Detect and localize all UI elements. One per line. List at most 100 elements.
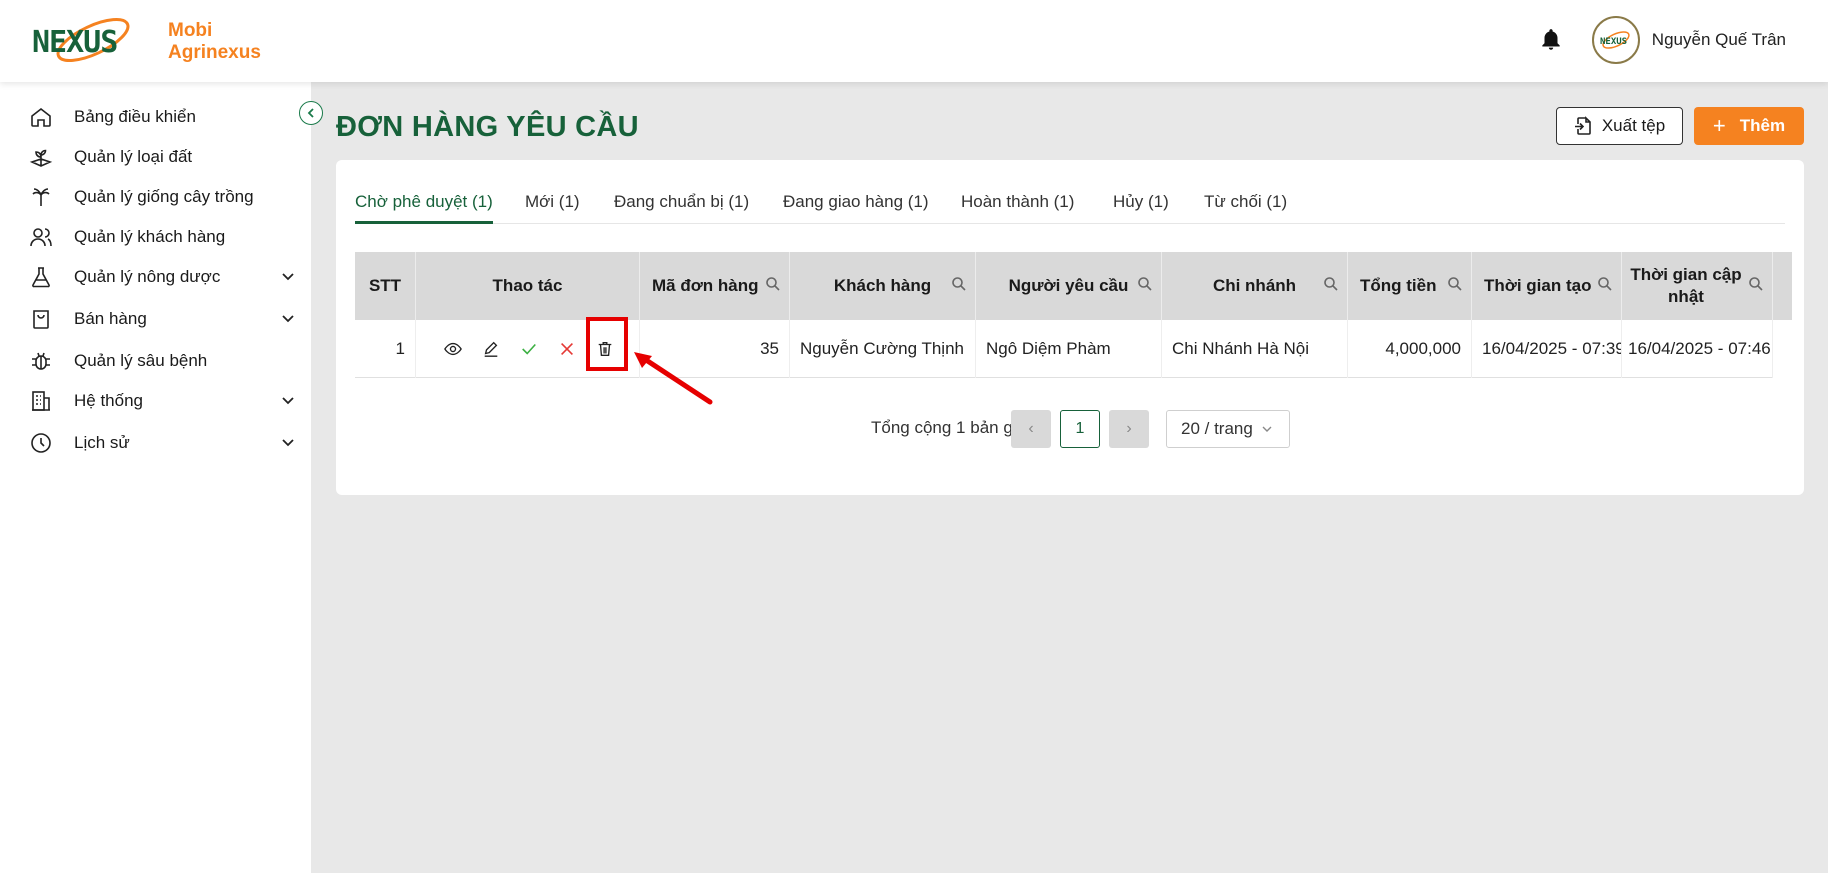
plus-icon: + — [1712, 113, 1726, 138]
tab-pending-approval[interactable]: Chờ phê duyệt (1) — [355, 186, 493, 224]
tab-new[interactable]: Mới (1) — [525, 186, 580, 224]
sidebar-item-sales[interactable]: Bán hàng — [28, 304, 296, 334]
main-content: ĐƠN HÀNG YÊU CẦU Xuất tệp + Thêm Chờ phê… — [311, 82, 1828, 873]
column-label: STT — [368, 276, 402, 295]
page-number-button[interactable]: 1 — [1060, 410, 1100, 448]
column-label: Thời gian cập nhật — [1630, 265, 1742, 306]
user-name[interactable]: Nguyễn Quế Trân — [1652, 30, 1786, 50]
file-export-icon — [1574, 116, 1591, 135]
column-label: Thao tác — [492, 276, 563, 295]
export-button-label: Xuất tệp — [1601, 116, 1666, 135]
chevron-down-icon — [1262, 426, 1272, 432]
column-header-actions: Thao tác — [416, 252, 640, 320]
cell-stt: 1 — [355, 320, 416, 378]
cell-customer: Nguyễn Cường Thịnh — [790, 320, 976, 378]
sidebar-item-pests[interactable]: Quản lý sâu bệnh — [28, 346, 296, 376]
cell-branch: Chi Nhánh Hà Nội — [1162, 320, 1348, 378]
cell-requester: Ngô Diệm Phàm — [976, 320, 1162, 378]
chevron-down-icon — [282, 273, 294, 281]
sidebar-item-label: Quản lý giống cây trồng — [74, 187, 254, 206]
brand-name: Mobi Agrinexus — [168, 20, 261, 64]
orders-table: STT Thao tác Mã đơn hàng Khách hàng Ngườ… — [355, 252, 1792, 378]
sidebar-item-history[interactable]: Lịch sử — [28, 428, 296, 458]
sidebar-item-label: Bảng điều khiển — [74, 107, 196, 126]
svg-text:NEXUS: NEXUS — [32, 25, 117, 60]
clock-icon — [28, 430, 54, 456]
pagination: Tổng cộng 1 bản ghi ‹ 1 › 20 / trang — [336, 410, 1804, 448]
search-icon[interactable] — [1323, 276, 1339, 292]
search-icon[interactable] — [951, 276, 967, 292]
chevron-down-icon — [282, 439, 294, 447]
add-button-label: Thêm — [1739, 116, 1786, 135]
column-header-stt: STT — [355, 252, 416, 320]
brand-logo[interactable]: NEXUS Mobi Agrinexus — [30, 14, 261, 70]
chevron-down-icon — [282, 315, 294, 323]
column-label: Chi nhánh — [1212, 276, 1297, 295]
edit-icon[interactable] — [480, 338, 502, 360]
cell-updated-at: 16/04/2025 - 07:46 — [1622, 320, 1773, 378]
bell-icon[interactable] — [1538, 27, 1564, 53]
sidebar-item-customers[interactable]: Quản lý khách hàng — [28, 222, 296, 252]
tab-shipping[interactable]: Đang giao hàng (1) — [783, 186, 929, 224]
bug-icon — [28, 348, 54, 374]
column-header-order-code: Mã đơn hàng — [640, 252, 790, 320]
column-label: Mã đơn hàng — [652, 276, 759, 295]
reject-x-icon[interactable] — [556, 338, 578, 360]
sidebar-item-label: Quản lý loại đất — [74, 147, 193, 166]
column-header-updated-at: Thời gian cập nhật — [1622, 252, 1773, 320]
palm-tree-icon — [28, 184, 54, 210]
search-icon[interactable] — [1447, 276, 1463, 292]
flask-icon — [28, 264, 54, 290]
tab-completed[interactable]: Hoàn thành (1) — [961, 186, 1074, 224]
column-label: Người yêu cầu — [1008, 276, 1129, 295]
brand-line-2: Agrinexus — [168, 42, 261, 63]
tab-rejected[interactable]: Từ chối (1) — [1204, 186, 1287, 224]
top-header: NEXUS Mobi Agrinexus NEXUS Nguyễn Quế Tr… — [0, 0, 1828, 82]
status-tabs: Chờ phê duyệt (1) Mới (1) Đang chuẩn bị … — [355, 186, 1785, 224]
search-icon[interactable] — [1137, 276, 1153, 292]
sidebar-item-system[interactable]: Hệ thống — [28, 386, 296, 416]
sidebar-item-label: Quản lý khách hàng — [74, 227, 226, 246]
orders-card: Chờ phê duyệt (1) Mới (1) Đang chuẩn bị … — [336, 160, 1804, 495]
column-header-total: Tổng tiền — [1348, 252, 1472, 320]
soil-sprout-icon — [28, 144, 54, 170]
sidebar-item-soil-types[interactable]: Quản lý loại đất — [28, 142, 296, 172]
tab-cancelled[interactable]: Hủy (1) — [1113, 186, 1169, 224]
table-row: 1 35 Nguyễn Cường Thịnh Ngô Diệm Phàm Ch… — [355, 320, 1773, 378]
tab-preparing[interactable]: Đang chuẩn bị (1) — [614, 186, 749, 224]
red-arrow-annotation — [634, 352, 713, 405]
approve-check-icon[interactable] — [518, 338, 540, 360]
export-button[interactable]: Xuất tệp — [1556, 107, 1683, 145]
search-icon[interactable] — [765, 276, 781, 292]
search-icon[interactable] — [1748, 276, 1764, 292]
column-header-customer: Khách hàng — [790, 252, 976, 320]
sidebar-collapse-button[interactable] — [299, 101, 323, 125]
prev-page-button[interactable]: ‹ — [1011, 410, 1051, 448]
sidebar-item-pesticides[interactable]: Quản lý nông dược — [28, 262, 296, 292]
chevron-down-icon — [282, 397, 294, 405]
brand-line-1: Mobi — [168, 20, 213, 41]
sidebar-item-label: Hệ thống — [74, 391, 143, 410]
search-icon[interactable] — [1597, 276, 1613, 292]
table-header: STT Thao tác Mã đơn hàng Khách hàng Ngườ… — [355, 252, 1792, 320]
users-icon — [28, 224, 54, 250]
next-page-button[interactable]: › — [1109, 410, 1149, 448]
svg-text:NEXUS: NEXUS — [1600, 37, 1627, 47]
page-size-select[interactable]: 20 / trang — [1166, 410, 1290, 448]
sidebar-item-label: Quản lý nông dược — [74, 267, 221, 286]
sidebar-item-plant-varieties[interactable]: Quản lý giống cây trồng — [28, 182, 296, 212]
home-icon — [28, 104, 54, 130]
page-size-value: 20 / trang — [1181, 419, 1253, 438]
avatar[interactable]: NEXUS — [1591, 16, 1640, 64]
sidebar-item-dashboard[interactable]: Bảng điều khiển — [28, 102, 296, 132]
view-icon[interactable] — [442, 338, 464, 360]
add-button[interactable]: + Thêm — [1694, 107, 1804, 145]
shopping-bag-icon — [28, 306, 54, 332]
sidebar-item-label: Lịch sử — [74, 433, 130, 452]
sidebar-item-label: Quản lý sâu bệnh — [74, 351, 208, 370]
column-label: Tổng tiền — [1360, 276, 1437, 295]
cell-total: 4,000,000 — [1348, 320, 1472, 378]
column-label: Thời gian tạo — [1484, 276, 1592, 295]
column-header-branch: Chi nhánh — [1162, 252, 1348, 320]
highlight-box — [586, 317, 628, 371]
